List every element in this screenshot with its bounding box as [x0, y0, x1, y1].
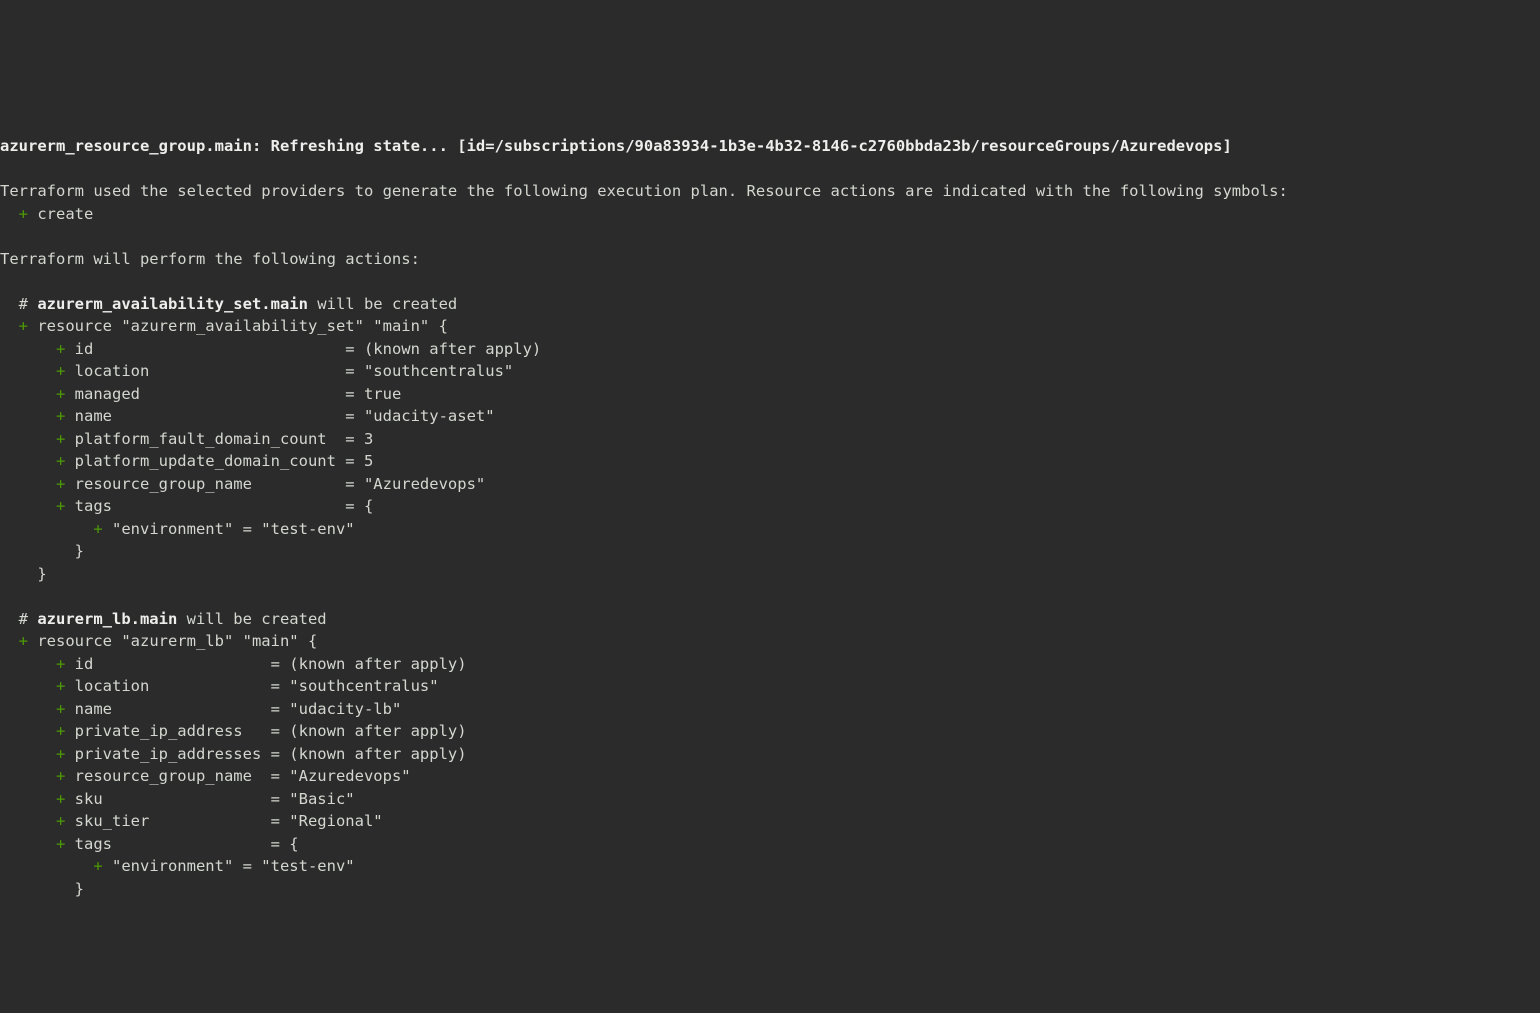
resource-comment: # azurerm_lb.main will be created [0, 610, 327, 628]
attr-line: + private_ip_address = (known after appl… [0, 722, 467, 740]
tag-line: + "environment" = "test-env" [0, 857, 355, 875]
attr-line: + sku = "Basic" [0, 790, 355, 808]
tag-line: + "environment" = "test-env" [0, 520, 355, 538]
resource-comment: # azurerm_availability_set.main will be … [0, 295, 457, 313]
plan-intro-line: Terraform used the selected providers to… [0, 182, 1288, 200]
resource-open: + resource "azurerm_lb" "main" { [0, 632, 317, 650]
attr-line: + tags = { [0, 835, 299, 853]
attr-line: + location = "southcentralus" [0, 362, 513, 380]
attr-line: + name = "udacity-aset" [0, 407, 495, 425]
tag-close: } [0, 880, 84, 898]
attr-line: + location = "southcentralus" [0, 677, 439, 695]
resource-close: } [0, 565, 47, 583]
attr-line: + sku_tier = "Regional" [0, 812, 383, 830]
attr-line: + managed = true [0, 385, 401, 403]
attr-line: + platform_fault_domain_count = 3 [0, 430, 373, 448]
actions-header: Terraform will perform the following act… [0, 250, 420, 268]
create-label: create [28, 205, 93, 223]
attr-line: + name = "udacity-lb" [0, 700, 401, 718]
attr-line: + private_ip_addresses = (known after ap… [0, 745, 467, 763]
attr-line: + resource_group_name = "Azuredevops" [0, 767, 411, 785]
attr-line: + tags = { [0, 497, 373, 515]
attr-line: + platform_update_domain_count = 5 [0, 452, 373, 470]
attr-line: + resource_group_name = "Azuredevops" [0, 475, 485, 493]
attr-line: + id = (known after apply) [0, 340, 541, 358]
refresh-state-line: azurerm_resource_group.main: Refreshing … [0, 137, 1232, 155]
resource-open: + resource "azurerm_availability_set" "m… [0, 317, 448, 335]
attr-line: + id = (known after apply) [0, 655, 467, 673]
terminal-output: azurerm_resource_group.main: Refreshing … [0, 113, 1540, 901]
tag-close: } [0, 542, 84, 560]
create-symbol: + [0, 205, 28, 223]
